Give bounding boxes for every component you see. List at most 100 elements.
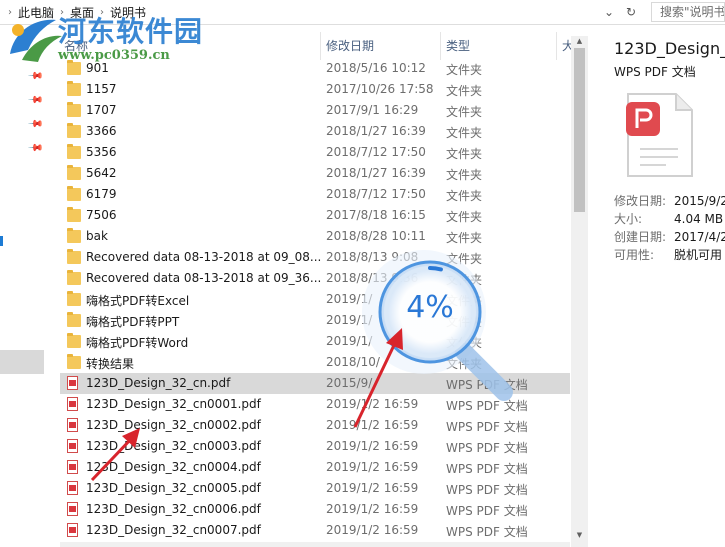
scroll-down-icon[interactable]: ▼ bbox=[574, 530, 585, 541]
item-name: 3366 bbox=[86, 124, 117, 138]
item-name: 嗨格式PDF转PPT bbox=[86, 315, 180, 329]
pdf-file-icon bbox=[67, 460, 78, 474]
pdf-file-icon bbox=[67, 376, 78, 390]
item-name: 嗨格式PDF转Excel bbox=[86, 294, 190, 308]
item-modified-date: 2019/1/2 16:59 bbox=[326, 460, 419, 474]
item-name: 901 bbox=[86, 61, 109, 75]
file-row[interactable]: 123D_Design_32_cn0002.pdf 2019/1/2 16:59 W… bbox=[60, 415, 570, 436]
folder-icon bbox=[67, 123, 81, 138]
item-name: 123D_Design_32_cn0006.pdf bbox=[86, 502, 261, 516]
item-type: 文件夹 bbox=[446, 126, 483, 140]
nav-item-selected[interactable] bbox=[0, 350, 44, 374]
file-row[interactable]: 123D_Design_32_cn0007.pdf 2019/1/2 16:59 W… bbox=[60, 520, 570, 541]
folder-icon bbox=[67, 60, 81, 75]
folder-row[interactable]: 1707 2017/9/1 16:29 文件夹 bbox=[60, 100, 570, 121]
item-modified-date: 2019/1/2 16:59 bbox=[326, 523, 419, 537]
item-modified-date: 2018/1/27 16:39 bbox=[326, 124, 426, 138]
item-type: WPS PDF 文档 bbox=[446, 462, 528, 476]
pdf-file-icon bbox=[67, 481, 78, 495]
pdf-file-icon bbox=[67, 502, 78, 516]
folder-icon bbox=[67, 312, 81, 327]
item-modified-date: 2018/7/12 17:50 bbox=[326, 187, 426, 201]
folder-row[interactable]: 7506 2017/8/18 16:15 文件夹 bbox=[60, 205, 570, 226]
preview-prop-modified: 修改日期: 2015/9/2 bbox=[614, 194, 725, 208]
progress-percentage: 4% bbox=[406, 290, 454, 325]
item-name: 123D_Design_32_cn0007.pdf bbox=[86, 523, 261, 537]
scroll-up-icon[interactable]: ▲ bbox=[574, 36, 585, 47]
item-name: Recovered data 08-13-2018 at 09_08... bbox=[86, 250, 322, 264]
item-name: 嗨格式PDF转Word bbox=[86, 336, 189, 350]
folder-row[interactable]: 3366 2018/1/27 16:39 文件夹 bbox=[60, 121, 570, 142]
pin-icon[interactable]: 📌 bbox=[27, 92, 44, 109]
preview-file-name: 123D_Design_3 bbox=[614, 39, 725, 58]
column-divider[interactable] bbox=[440, 32, 441, 60]
item-type: 文件夹 bbox=[446, 231, 483, 245]
folder-icon bbox=[67, 186, 81, 201]
folder-icon bbox=[67, 291, 81, 306]
column-header-date[interactable]: 修改日期 bbox=[322, 25, 440, 61]
item-type: 文件夹 bbox=[446, 84, 483, 98]
refresh-icon[interactable]: ↻ bbox=[622, 3, 640, 21]
magnifier-progress-icon bbox=[362, 250, 513, 401]
column-divider[interactable] bbox=[556, 32, 557, 60]
item-type: WPS PDF 文档 bbox=[446, 525, 528, 539]
item-modified-date: 2018/7/12 17:50 bbox=[326, 145, 426, 159]
scrollbar-thumb[interactable] bbox=[574, 48, 585, 212]
item-name: 5356 bbox=[86, 145, 117, 159]
pdf-file-icon bbox=[67, 397, 78, 411]
preview-file-type: WPS PDF 文档 bbox=[614, 65, 696, 79]
folder-icon bbox=[67, 81, 81, 96]
site-logo-icon bbox=[10, 19, 62, 62]
folder-row[interactable]: 6179 2018/7/12 17:50 文件夹 bbox=[60, 184, 570, 205]
folder-row[interactable]: 1157 2017/10/26 17:58 文件夹 bbox=[60, 79, 570, 100]
item-name: 7506 bbox=[86, 208, 117, 222]
navigation-pane: 📌 📌 📌 📌 bbox=[0, 25, 46, 547]
folder-row[interactable]: 5356 2018/7/12 17:50 文件夹 bbox=[60, 142, 570, 163]
pin-icon[interactable]: 📌 bbox=[27, 68, 44, 85]
item-modified-date: 2019/1/2 16:59 bbox=[326, 502, 419, 516]
item-type: 文件夹 bbox=[446, 63, 483, 77]
column-header-type[interactable]: 类型 bbox=[442, 25, 556, 61]
preview-prop-size: 大小: 4.04 MB bbox=[614, 212, 724, 226]
column-header-size[interactable]: 大 bbox=[560, 25, 571, 61]
watermark-url: www.pc0359.cn bbox=[58, 48, 170, 63]
folder-row[interactable]: 5642 2018/1/27 16:39 文件夹 bbox=[60, 163, 570, 184]
folder-icon bbox=[67, 354, 81, 369]
pdf-file-icon bbox=[67, 523, 78, 537]
item-name: 123D_Design_32_cn0005.pdf bbox=[86, 481, 261, 495]
pin-icon[interactable]: 📌 bbox=[27, 116, 44, 133]
item-modified-date: 2019/1/2 16:59 bbox=[326, 418, 419, 432]
loading-progress-indicator: 4% bbox=[338, 250, 514, 414]
item-name: 123D_Design_32_cn0001.pdf bbox=[86, 397, 261, 411]
item-name: 转换结果 bbox=[86, 357, 135, 371]
folder-row[interactable]: bak 2018/8/28 10:11 文件夹 bbox=[60, 226, 570, 247]
file-row[interactable]: 123D_Design_32_cn0006.pdf 2019/1/2 16:59 W… bbox=[60, 499, 570, 520]
item-modified-date: 2018/1/27 16:39 bbox=[326, 166, 426, 180]
item-type: 文件夹 bbox=[446, 210, 483, 224]
folder-icon bbox=[67, 270, 81, 285]
item-type: 文件夹 bbox=[446, 189, 483, 203]
pin-icon[interactable]: 📌 bbox=[27, 140, 44, 157]
item-name: 123D_Design_32_cn0003.pdf bbox=[86, 439, 261, 453]
item-type: WPS PDF 文档 bbox=[446, 504, 528, 518]
item-modified-date: 2018/5/16 10:12 bbox=[326, 61, 426, 75]
preview-prop-created: 创建日期: 2017/4/2 bbox=[614, 230, 725, 244]
vertical-scrollbar[interactable]: ▲ ▼ bbox=[571, 36, 588, 547]
folder-icon bbox=[67, 207, 81, 222]
folder-icon bbox=[67, 228, 81, 243]
file-row[interactable]: 123D_Design_32_cn0004.pdf 2019/1/2 16:59 W… bbox=[60, 457, 570, 478]
folder-icon bbox=[67, 102, 81, 117]
item-modified-date: 2017/8/18 16:15 bbox=[326, 208, 426, 222]
file-row[interactable]: 123D_Design_32_cn0005.pdf 2019/1/2 16:59 W… bbox=[60, 478, 570, 499]
address-history-dropdown-icon[interactable]: ⌄ bbox=[600, 3, 618, 21]
search-input[interactable]: 搜索"说明书" bbox=[651, 2, 725, 22]
pdf-document-icon bbox=[626, 93, 693, 177]
item-type: WPS PDF 文档 bbox=[446, 441, 528, 455]
file-row[interactable]: 123D_Design_32_cn0003.pdf 2019/1/2 16:59 W… bbox=[60, 436, 570, 457]
folder-icon bbox=[67, 333, 81, 348]
column-divider[interactable] bbox=[320, 32, 321, 60]
horizontal-scrollbar[interactable] bbox=[60, 542, 570, 547]
item-type: 文件夹 bbox=[446, 168, 483, 182]
item-name: 6179 bbox=[86, 187, 117, 201]
item-name: 123D_Design_32_cn0002.pdf bbox=[86, 418, 261, 432]
